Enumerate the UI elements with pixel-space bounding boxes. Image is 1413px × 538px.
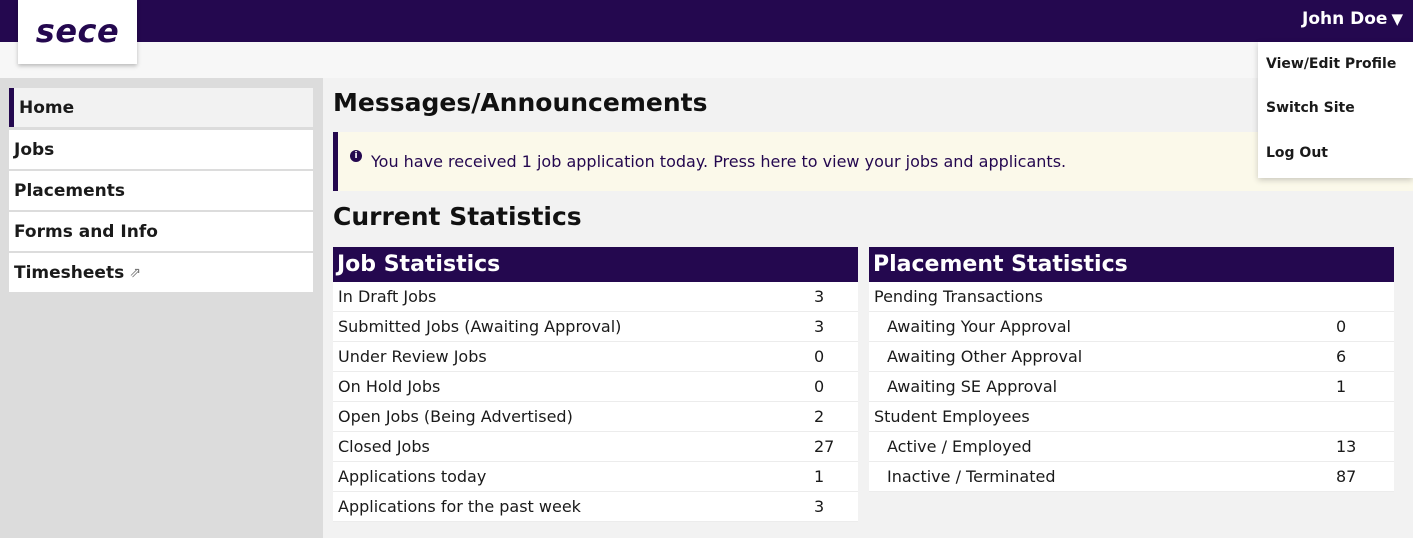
announcement-banner[interactable]: i You have received 1 job application to… <box>333 132 1413 191</box>
row-label: Awaiting SE Approval <box>887 377 1058 396</box>
user-dropdown-menu: View/Edit Profile Switch Site Log Out <box>1258 42 1413 178</box>
row-value: 1 <box>1336 377 1347 396</box>
row-label: On Hold Jobs <box>338 377 441 396</box>
row-label: Active / Employed <box>887 437 1032 456</box>
row-value: 3 <box>814 287 825 306</box>
row-label: Under Review Jobs <box>338 347 487 366</box>
menu-item-view-edit-profile[interactable]: View/Edit Profile <box>1266 56 1396 72</box>
sidebar-item-label: Timesheets <box>14 262 125 283</box>
messages-heading: Messages/Announcements <box>333 88 708 117</box>
external-link-icon: ⇗ <box>129 264 141 281</box>
table-row: Student Employees <box>869 402 1394 432</box>
sidebar-item-jobs[interactable]: Jobs <box>9 130 313 169</box>
row-label: Closed Jobs <box>338 437 430 456</box>
row-value: 87 <box>1336 467 1357 486</box>
sidebar-item-label: Forms and Info <box>14 221 158 242</box>
row-value: 0 <box>814 377 825 396</box>
row-label: Open Jobs (Being Advertised) <box>338 407 573 426</box>
sidebar-item-timesheets[interactable]: Timesheets ⇗ <box>9 253 313 292</box>
menu-item-log-out[interactable]: Log Out <box>1266 145 1328 161</box>
table-row: Under Review Jobs 0 <box>333 342 858 372</box>
sidebar-item-forms-and-info[interactable]: Forms and Info <box>9 212 313 251</box>
sidebar-item-label: Jobs <box>14 139 55 160</box>
main-content: Messages/Announcements i You have receiv… <box>323 78 1413 538</box>
top-bar <box>0 0 1413 42</box>
announcement-text: You have received 1 job application toda… <box>371 152 1067 171</box>
row-label: Submitted Jobs (Awaiting Approval) <box>338 317 622 336</box>
row-value: 27 <box>814 437 835 456</box>
table-row: Awaiting Your Approval 0 <box>869 312 1394 342</box>
sidebar-item-placements[interactable]: Placements <box>9 171 313 210</box>
table-row: Awaiting SE Approval 1 <box>869 372 1394 402</box>
row-label: In Draft Jobs <box>338 287 437 306</box>
table-row: On Hold Jobs 0 <box>333 372 858 402</box>
row-value: 0 <box>814 347 825 366</box>
caret-down-icon: ▼ <box>1391 10 1403 28</box>
row-value: 3 <box>814 497 825 516</box>
table-row: Applications today 1 <box>333 462 858 492</box>
user-name: John Doe <box>1302 9 1388 29</box>
row-value: 13 <box>1336 437 1357 456</box>
sidebar: Home Jobs Placements Forms and Info Time… <box>0 78 323 538</box>
row-value: 1 <box>814 467 825 486</box>
table-row: Closed Jobs 27 <box>333 432 858 462</box>
table-row: In Draft Jobs 3 <box>333 282 858 312</box>
table-row: Submitted Jobs (Awaiting Approval) 3 <box>333 312 858 342</box>
row-label: Inactive / Terminated <box>887 467 1056 486</box>
table-row: Pending Transactions <box>869 282 1394 312</box>
row-label: Awaiting Your Approval <box>887 317 1071 336</box>
site-logo[interactable]: sece <box>18 0 137 64</box>
row-value: 3 <box>814 317 825 336</box>
row-group-label: Student Employees <box>874 407 1030 426</box>
placement-statistics-title: Placement Statistics <box>869 247 1394 282</box>
row-value: 2 <box>814 407 825 426</box>
logo-text: sece <box>35 12 120 50</box>
header-band <box>0 42 1413 78</box>
table-row: Inactive / Terminated 87 <box>869 462 1394 492</box>
menu-item-switch-site[interactable]: Switch Site <box>1266 100 1355 116</box>
row-label: Awaiting Other Approval <box>887 347 1083 366</box>
placement-statistics-panel: Placement Statistics Pending Transaction… <box>869 247 1394 492</box>
row-group-label: Pending Transactions <box>874 287 1043 306</box>
job-statistics-title: Job Statistics <box>333 247 858 282</box>
table-row: Active / Employed 13 <box>869 432 1394 462</box>
sidebar-item-label: Placements <box>14 180 125 201</box>
row-label: Applications today <box>338 467 487 486</box>
job-statistics-panel: Job Statistics In Draft Jobs 3 Submitted… <box>333 247 858 522</box>
table-row: Open Jobs (Being Advertised) 2 <box>333 402 858 432</box>
row-value: 0 <box>1336 317 1347 336</box>
info-icon: i <box>350 149 362 162</box>
table-row: Awaiting Other Approval 6 <box>869 342 1394 372</box>
row-label: Applications for the past week <box>338 497 581 516</box>
user-menu-button[interactable]: John Doe ▼ <box>1302 9 1403 29</box>
sidebar-item-label: Home <box>19 97 75 118</box>
row-value: 6 <box>1336 347 1347 366</box>
table-row: Applications for the past week 3 <box>333 492 858 522</box>
statistics-heading: Current Statistics <box>333 202 582 231</box>
sidebar-item-home[interactable]: Home <box>9 88 313 127</box>
